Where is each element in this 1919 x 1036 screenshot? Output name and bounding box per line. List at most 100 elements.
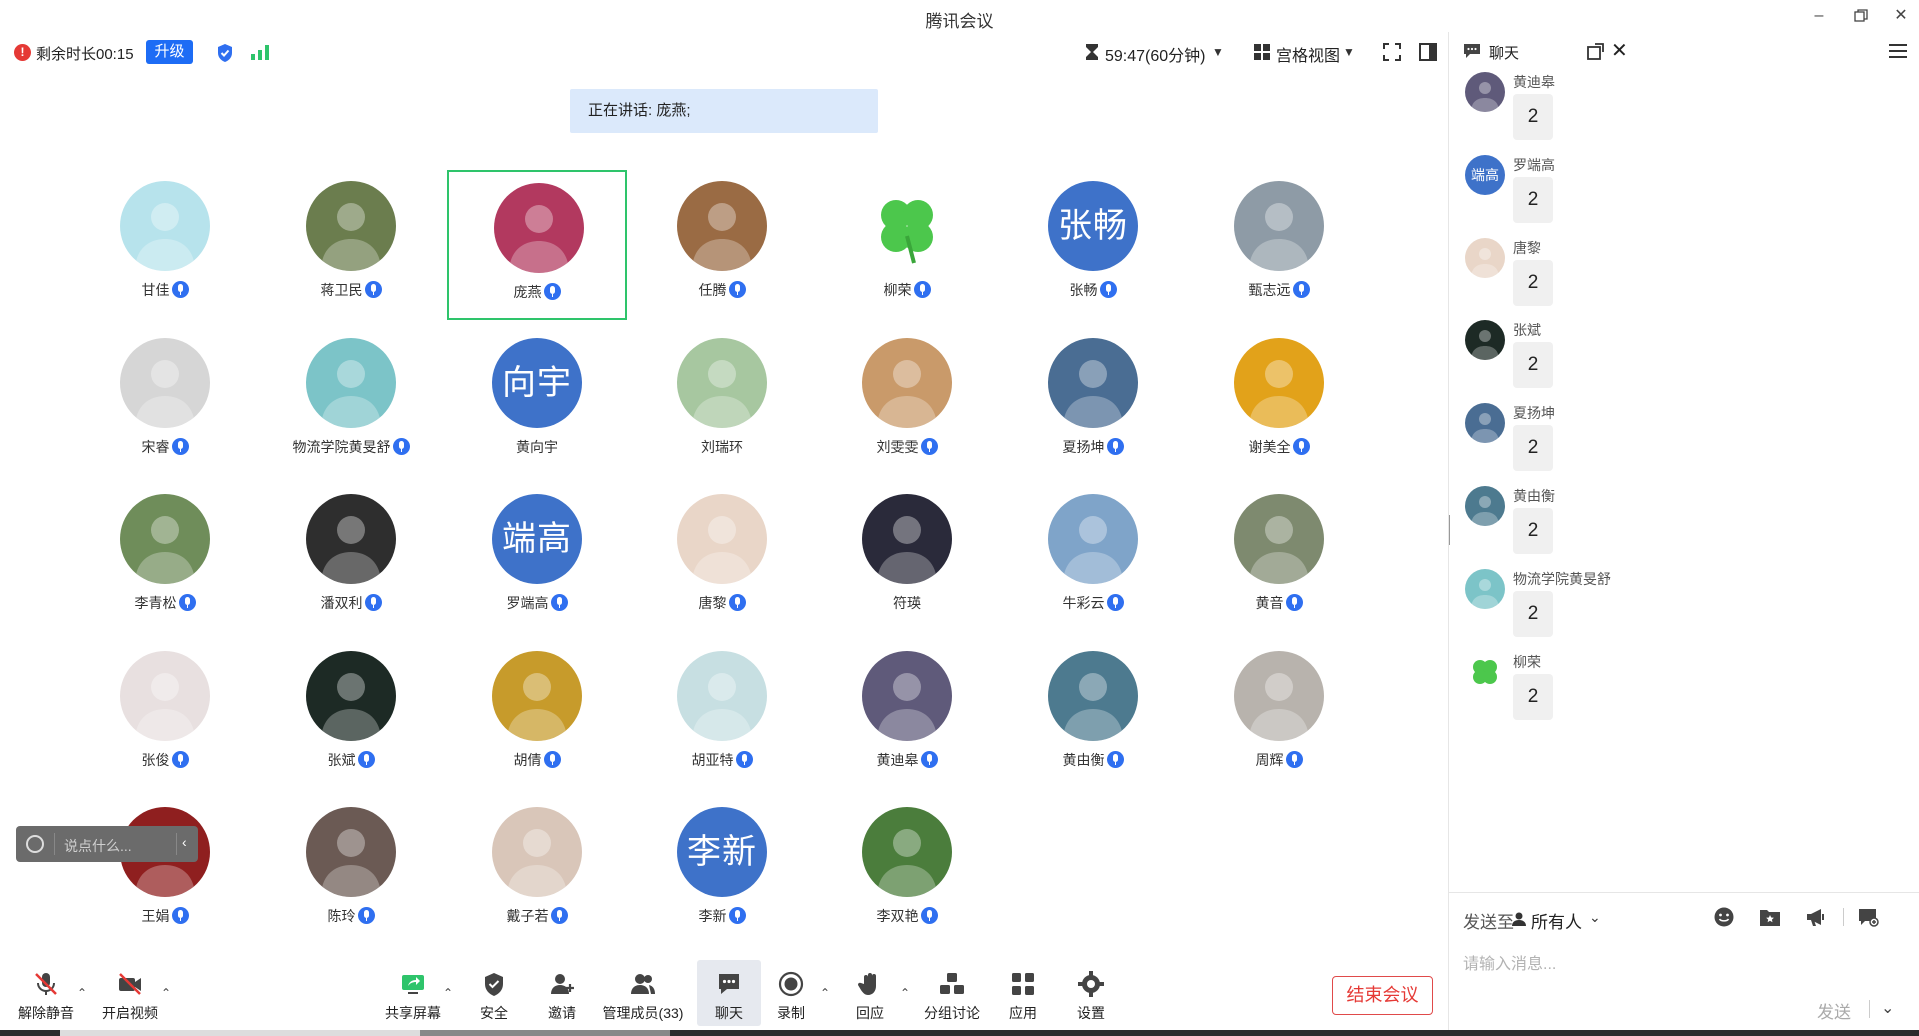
upgrade-button[interactable]: 升级 [146, 40, 193, 64]
megaphone-icon[interactable] [1805, 906, 1827, 928]
participant-tile[interactable]: 端高 罗端高 [447, 483, 627, 633]
participant-tile[interactable]: 谢美全 [1189, 327, 1369, 477]
chevron-up-icon[interactable]: ⌃ [900, 986, 910, 1000]
participant-name-line: 李青松 [75, 593, 255, 613]
chevron-down-icon[interactable]: ⌄ [1589, 909, 1601, 926]
participant-tile[interactable]: 柳荣 [817, 170, 997, 320]
participant-name: 张斌 [327, 752, 356, 768]
pop-out-icon[interactable] [1587, 43, 1604, 60]
divider [176, 833, 177, 855]
end-meeting-button[interactable]: 结束会议 [1332, 976, 1433, 1015]
participant-tile[interactable]: 黄迪皋 [817, 640, 997, 790]
participant-tile[interactable]: 李新 李新 [632, 796, 812, 946]
chevron-up-icon[interactable]: ⌃ [161, 986, 171, 1000]
participant-name-line: 甘佳 [75, 280, 255, 300]
chat-message: 黄由衡 2 [1465, 486, 1765, 576]
manage-members-button[interactable]: 管理成员(33) [603, 960, 683, 1026]
send-to-selector[interactable]: 所有人 [1531, 908, 1582, 933]
participant-tile[interactable]: 唐黎 [632, 483, 812, 633]
participant-tile[interactable]: 物流学院黄旻舒 [261, 327, 441, 477]
emoji-icon[interactable] [1713, 906, 1735, 928]
participant-tile[interactable]: 刘瑞环 [632, 327, 812, 477]
quick-message-input[interactable]: 说点什么... [64, 836, 132, 856]
shield-check-icon[interactable] [216, 43, 234, 63]
minimize-icon[interactable]: – [1804, 4, 1834, 28]
participant-tile[interactable]: 黄由衡 [1003, 640, 1183, 790]
participant-name: 甘佳 [141, 282, 170, 298]
participant-tile[interactable]: 夏扬坤 [1003, 327, 1183, 477]
grid-view-icon[interactable] [1252, 42, 1272, 62]
participant-tile[interactable]: 戴子若 [447, 796, 627, 946]
participant-tile[interactable]: 李双艳 [817, 796, 997, 946]
sidebar-toggle-icon[interactable] [1418, 42, 1438, 62]
avatar [1234, 651, 1324, 741]
signal-strength-icon[interactable] [250, 44, 270, 60]
chat-message: 端高 罗端高 2 [1465, 154, 1765, 245]
fullscreen-icon[interactable] [1382, 42, 1402, 62]
mic-icon [357, 751, 375, 768]
mic-icon [920, 751, 938, 768]
collapse-icon[interactable]: ‹ [182, 834, 187, 850]
folder-icon[interactable] [1759, 906, 1781, 928]
invite-button[interactable]: 邀请 [530, 960, 594, 1026]
record-button[interactable]: 录制 [759, 960, 823, 1026]
participant-tile[interactable]: 胡倩 [447, 640, 627, 790]
participant-name: 夏扬坤 [1062, 439, 1105, 455]
share-screen-button[interactable]: 共享屏幕 [381, 960, 445, 1026]
participant-tile[interactable]: 黄音 [1189, 483, 1369, 633]
view-mode-selector[interactable]: 宫格视图 [1276, 42, 1340, 66]
participant-tile[interactable]: 符瑛 [817, 483, 997, 633]
quick-message-box[interactable]: 说点什么... ‹ [16, 826, 198, 862]
participant-tile[interactable]: 刘雯雯 [817, 327, 997, 477]
participant-name-line: 黄由衡 [1003, 750, 1183, 770]
record-icon [778, 971, 804, 997]
menu-icon[interactable] [1889, 43, 1907, 59]
chevron-up-icon[interactable]: ⌃ [443, 986, 453, 1000]
participant-name-line: 任腾 [632, 280, 812, 300]
participant-tile[interactable]: 庞燕 [447, 170, 627, 320]
participant-tile[interactable]: 胡亚特 [632, 640, 812, 790]
mic-icon [543, 751, 561, 768]
participant-tile[interactable]: 张俊 [75, 640, 255, 790]
screenshot-chat-icon[interactable] [1857, 906, 1879, 928]
participant-tile[interactable]: 牛彩云 [1003, 483, 1183, 633]
participant-tile[interactable]: 潘双利 [261, 483, 441, 633]
participant-tile[interactable]: 甘佳 [75, 170, 255, 320]
restore-icon[interactable] [1846, 4, 1876, 28]
participant-tile[interactable]: 张畅 张畅 [1003, 170, 1183, 320]
participant-tile[interactable]: 向宇 黄向宇 [447, 327, 627, 477]
unmute-button[interactable]: 解除静音 [14, 960, 78, 1026]
emoji-icon[interactable] [26, 835, 44, 853]
chevron-down-icon[interactable]: ⌄ [1881, 998, 1894, 1018]
chat-message-input[interactable]: 请输入消息... [1463, 950, 1556, 974]
participant-tile[interactable]: 李青松 [75, 483, 255, 633]
start-video-button[interactable]: 开启视频 [98, 960, 162, 1026]
chat-avatar [1465, 651, 1505, 692]
chat-avatar [1465, 568, 1505, 609]
participant-name-line: 唐黎 [632, 593, 812, 613]
chevron-up-icon[interactable]: ⌃ [77, 986, 87, 1000]
chat-icon [1464, 44, 1480, 58]
close-chat-icon[interactable]: ✕ [1611, 38, 1628, 63]
send-button[interactable]: 发送 [1817, 998, 1851, 1023]
settings-button[interactable]: 设置 [1059, 960, 1123, 1026]
participant-name: 甄志远 [1248, 282, 1291, 298]
participant-tile[interactable]: 张斌 [261, 640, 441, 790]
react-button[interactable]: 回应 [838, 960, 902, 1026]
participant-tile[interactable]: 任腾 [632, 170, 812, 320]
mic-icon [392, 438, 410, 455]
participant-tile[interactable]: 陈玲 [261, 796, 441, 946]
send-to-label: 发送至 [1463, 913, 1514, 932]
participant-name-line: 夏扬坤 [1003, 437, 1183, 457]
close-icon[interactable]: ✕ [1886, 4, 1916, 28]
participant-tile[interactable]: 王娟 [75, 796, 255, 946]
participant-tile[interactable]: 周辉 [1189, 640, 1369, 790]
participant-name-line: 周辉 [1189, 750, 1369, 770]
chevron-up-icon[interactable]: ⌃ [820, 986, 830, 1000]
chevron-down-icon[interactable]: ▼ [1343, 45, 1355, 59]
participant-tile[interactable]: 甄志远 [1189, 170, 1369, 320]
participant-tile[interactable]: 蒋卫民 [261, 170, 441, 320]
participant-tile[interactable]: 宋睿 [75, 327, 255, 477]
chevron-down-icon[interactable]: ▼ [1212, 45, 1224, 59]
resize-handle[interactable] [1448, 515, 1452, 545]
